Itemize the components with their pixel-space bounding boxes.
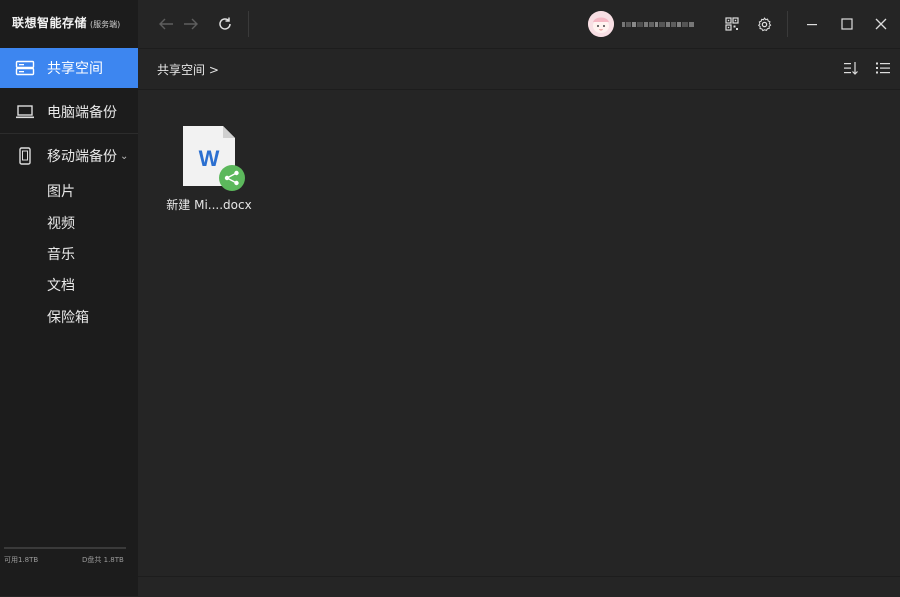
share-badge-icon <box>219 165 245 191</box>
back-button[interactable] <box>154 12 178 36</box>
laptop-icon <box>14 101 36 123</box>
qr-code-icon <box>725 17 739 31</box>
word-letter: W <box>199 146 220 171</box>
storage-disk-total: D盘共 1.8TB <box>82 556 124 564</box>
refresh-icon <box>219 17 231 30</box>
list-view-icon <box>876 62 890 74</box>
gear-icon <box>757 16 771 31</box>
word-document-icon: W <box>183 126 245 191</box>
sidebar-item-label: 电脑端备份 <box>47 105 117 121</box>
maximize-button[interactable] <box>835 12 859 36</box>
breadcrumb-bar: 共享空间 > <box>138 49 900 90</box>
storage-usage-bar <box>4 547 126 549</box>
close-icon <box>875 18 887 30</box>
chevron-down-icon[interactable]: ⌄ <box>120 151 128 162</box>
sort-icon <box>844 62 858 75</box>
sidebar-divider <box>0 133 138 134</box>
minimize-button[interactable] <box>800 12 824 36</box>
toolbar-divider <box>787 11 788 37</box>
status-bar <box>138 576 900 597</box>
username-blurred <box>622 17 700 31</box>
storage-available: 可用1.8TB <box>4 556 39 564</box>
sidebar-subitem-videos[interactable]: 视频 <box>47 213 75 235</box>
sidebar-item-label: 移动端备份 <box>47 149 117 165</box>
shared-drive-icon <box>14 57 36 79</box>
sidebar-item-pc-backup[interactable]: 电脑端备份 <box>0 92 138 132</box>
settings-button[interactable] <box>752 12 776 36</box>
file-item[interactable]: W 新建 Mi....docx <box>162 124 256 214</box>
sidebar-subitem-safe[interactable]: 保险箱 <box>47 307 89 329</box>
arrow-right-icon <box>184 18 198 30</box>
close-button[interactable] <box>869 12 893 36</box>
qr-code-button[interactable] <box>720 12 744 36</box>
sidebar: 联想智能存储 (服务端) 共享空间 电脑端备份 移动端备份 ⌄ 图片 视频 音乐… <box>0 0 138 596</box>
toolbar-divider <box>248 11 249 37</box>
maximize-icon <box>841 18 853 30</box>
sidebar-item-label: 共享空间 <box>47 61 103 77</box>
title-bar <box>138 0 900 49</box>
forward-button[interactable] <box>179 12 203 36</box>
sidebar-subitem-music[interactable]: 音乐 <box>47 244 75 266</box>
app-brand: 联想智能存储 (服务端) <box>12 14 120 34</box>
minimize-icon <box>807 24 817 26</box>
app-brand-name: 联想智能存储 <box>12 16 88 30</box>
app-brand-subtitle: (服务端) <box>90 20 121 29</box>
arrow-left-icon <box>159 18 173 30</box>
file-name: 新建 Mi....docx <box>166 198 252 212</box>
sidebar-subitem-documents[interactable]: 文档 <box>47 275 75 297</box>
refresh-button[interactable] <box>213 12 237 36</box>
sort-button[interactable] <box>839 56 863 80</box>
breadcrumb[interactable]: 共享空间 > <box>157 61 219 78</box>
phone-icon <box>14 145 36 167</box>
list-view-button[interactable] <box>871 56 895 80</box>
sidebar-item-shared-space[interactable]: 共享空间 <box>0 48 138 88</box>
sidebar-item-mobile-backup[interactable]: 移动端备份 ⌄ <box>0 136 138 176</box>
avatar[interactable] <box>588 11 614 37</box>
file-area: W 新建 Mi....docx <box>138 90 900 576</box>
sidebar-subitem-pictures[interactable]: 图片 <box>47 181 75 203</box>
